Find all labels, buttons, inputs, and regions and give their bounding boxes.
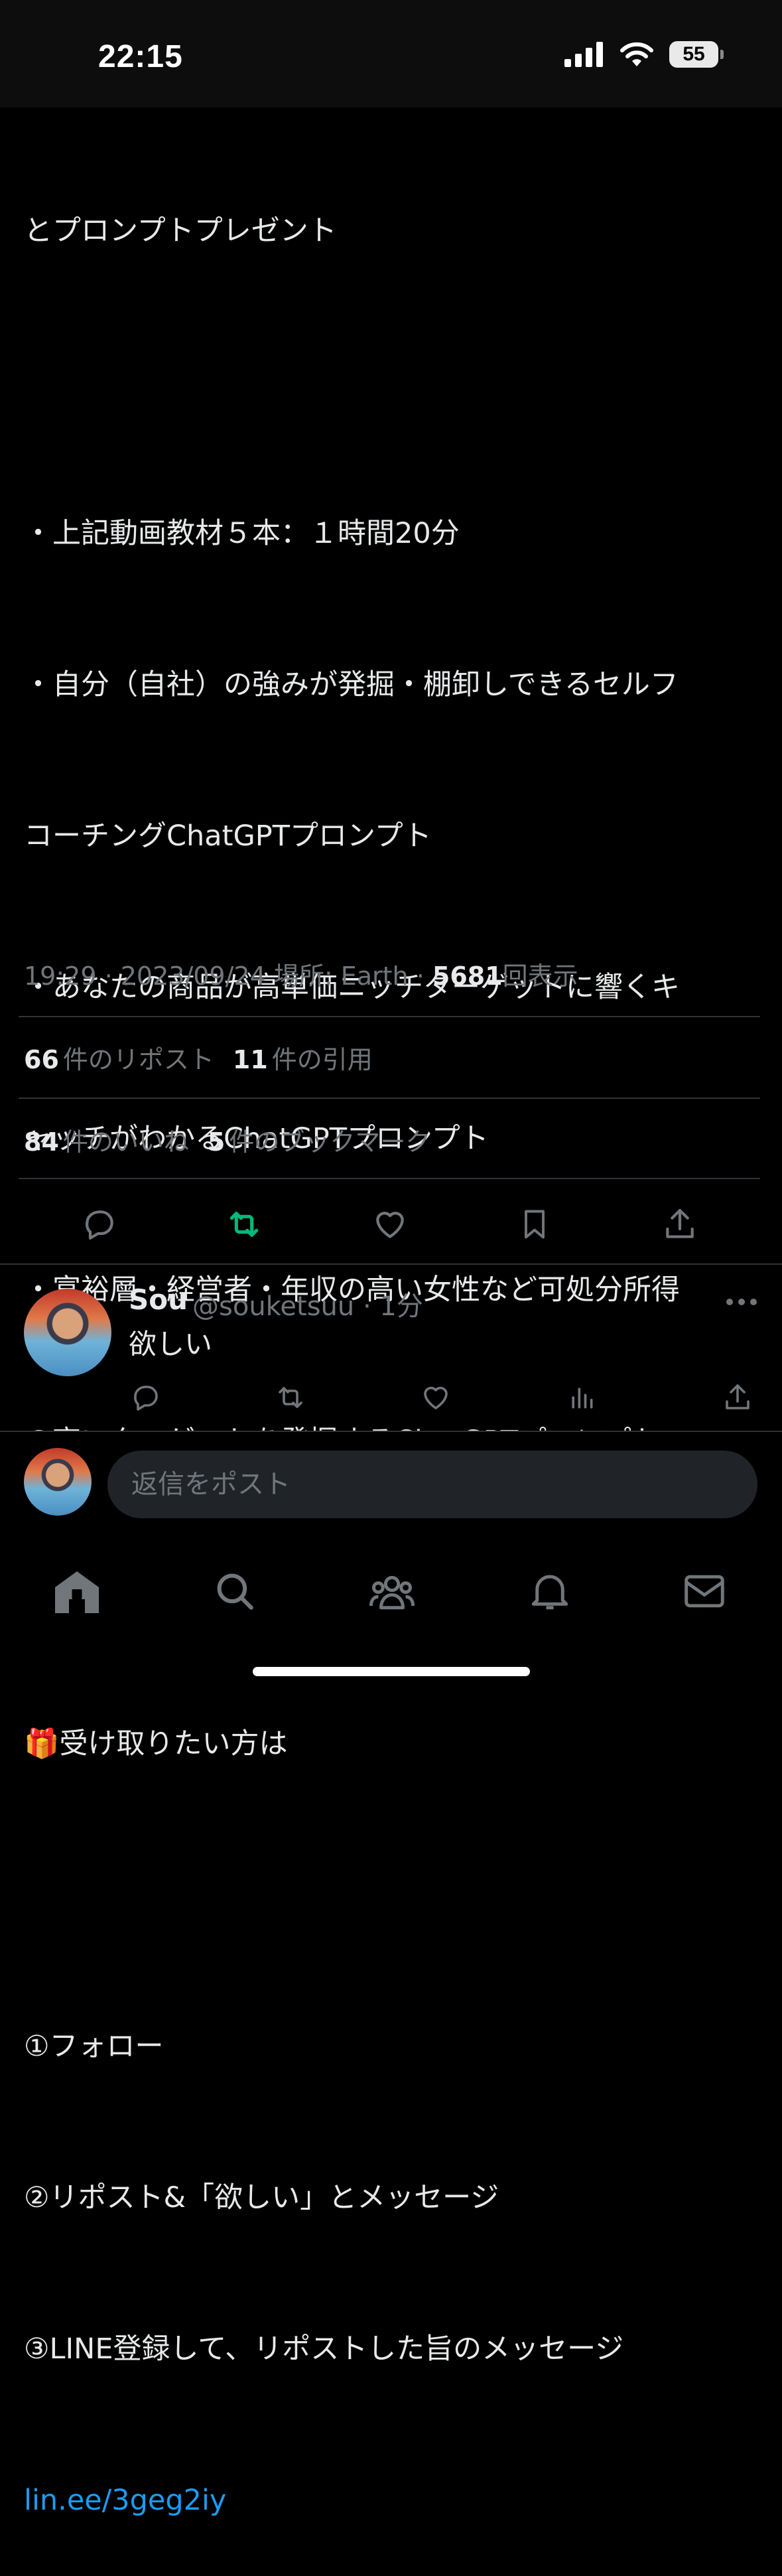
- likes-count: 84: [24, 1127, 59, 1157]
- tweet-timestamp: 19:29 · 2023/09/24 場所: Earth ·: [24, 962, 432, 991]
- home-icon: [55, 1571, 99, 1613]
- tweet-line: ①フォロー: [24, 2030, 164, 2063]
- divider: [19, 1098, 760, 1099]
- my-avatar[interactable]: [24, 1448, 92, 1516]
- battery-indicator: 55: [669, 41, 724, 68]
- repost-icon: [229, 1212, 259, 1237]
- likes-label: 件のいいね: [62, 1127, 189, 1157]
- tab-messages[interactable]: [678, 1565, 731, 1618]
- tab-home[interactable]: [50, 1565, 103, 1618]
- tweet-line: ③LINE登録して、リポストした旨のメッセージ: [24, 2332, 624, 2366]
- tweet-line: とプロンプトプレゼント: [24, 214, 337, 248]
- bookmarks-stat[interactable]: 5 件のブックマーク: [208, 1127, 430, 1157]
- heart-icon: [424, 1386, 448, 1409]
- reply-text: 欲しい: [129, 1328, 213, 1360]
- tweet-line: 🎁受け取りたい方は: [24, 1727, 288, 1760]
- analytics-icon: [572, 1388, 593, 1409]
- like-button[interactable]: [363, 1201, 417, 1248]
- bookmarks-label: 件のブックマーク: [229, 1127, 431, 1157]
- reply-composer: 返信をポスト: [0, 1432, 782, 1538]
- notifications-icon: [531, 1575, 568, 1610]
- reply-views-button[interactable]: [560, 1376, 603, 1419]
- tweet-line: ・自分（自社）の強みが発掘・棚卸しできるセルフ: [24, 668, 679, 701]
- bookmark-button[interactable]: [508, 1201, 561, 1248]
- status-icons: 55: [564, 41, 724, 68]
- tweet-line: ​: [24, 357, 767, 407]
- share-icon: [666, 1208, 694, 1238]
- signal-icon: [564, 42, 603, 67]
- bookmark-icon: [525, 1210, 545, 1239]
- reply-like-button[interactable]: [415, 1376, 457, 1419]
- reply-reply-button[interactable]: [125, 1376, 167, 1419]
- share-button[interactable]: [653, 1201, 706, 1248]
- avatar[interactable]: [24, 1289, 111, 1376]
- like-stats: 84 件のいいね 5 件のブックマーク: [24, 1121, 449, 1158]
- reposts-count: 66: [24, 1045, 59, 1074]
- reply-author-handle[interactable]: @souketsuu · 1分: [192, 1285, 423, 1323]
- repost-stats: 66 件のリポスト 11 件の引用: [24, 1039, 391, 1076]
- reply-button[interactable]: [73, 1201, 126, 1248]
- status-bar: 22:15 55: [0, 0, 782, 107]
- reply-share-button[interactable]: [716, 1376, 759, 1419]
- repost-icon: [279, 1387, 302, 1408]
- reply-input[interactable]: 返信をポスト: [107, 1451, 757, 1518]
- status-time: 22:15: [98, 39, 183, 74]
- search-icon: [217, 1573, 253, 1610]
- tweet-meta: 19:29 · 2023/09/24 場所: Earth · 5681回表示: [24, 956, 578, 992]
- communities-icon: [369, 1575, 415, 1610]
- quotes-stat[interactable]: 11 件の引用: [233, 1045, 373, 1074]
- share-icon: [726, 1384, 749, 1409]
- more-options-button[interactable]: [723, 1295, 760, 1309]
- tweet-line: ・上記動画教材５本：１時間20分: [24, 517, 460, 550]
- tab-notifications[interactable]: [523, 1565, 576, 1618]
- home-indicator: [253, 1667, 530, 1676]
- divider: [19, 1016, 760, 1017]
- views-count[interactable]: 5681: [432, 962, 503, 991]
- more-icon: [726, 1299, 757, 1305]
- tweet-line: ​: [24, 1870, 767, 1920]
- tweet-line: ②リポスト&「欲しい」とメッセージ: [24, 2181, 499, 2214]
- tab-communities[interactable]: [365, 1565, 419, 1618]
- quotes-label: 件の引用: [271, 1045, 373, 1074]
- reply-icon: [134, 1386, 158, 1411]
- tweet-line: コーチングChatGPTプロンプト: [24, 820, 432, 853]
- tweet-link[interactable]: lin.ee/3geg2iy: [24, 2475, 767, 2526]
- reply-icon: [86, 1210, 113, 1240]
- reply-tweet[interactable]: Sou @souketsuu · 1分 欲しい: [0, 1265, 782, 1431]
- views-label: 回表示: [502, 962, 578, 991]
- wifi-icon: [620, 42, 653, 66]
- reply-author-name[interactable]: Sou: [129, 1283, 188, 1316]
- heart-icon: [376, 1212, 404, 1238]
- quotes-count: 11: [232, 1045, 268, 1074]
- reply-repost-button[interactable]: [269, 1376, 312, 1419]
- repost-button[interactable]: [218, 1201, 271, 1248]
- reposts-label: 件のリポスト: [62, 1045, 214, 1074]
- reposts-stat[interactable]: 66 件のリポスト: [24, 1045, 214, 1074]
- bookmarks-count: 5: [207, 1127, 226, 1157]
- likes-stat[interactable]: 84 件のいいね: [24, 1127, 189, 1157]
- divider: [19, 1178, 760, 1179]
- tab-search[interactable]: [208, 1565, 261, 1618]
- messages-icon: [684, 1575, 724, 1608]
